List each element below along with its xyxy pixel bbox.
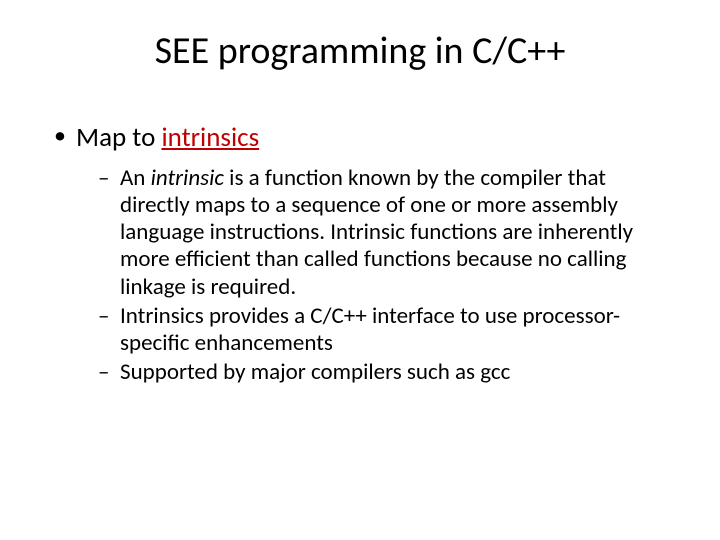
sub-item-compilers: Supported by major compilers such as gcc [76, 359, 670, 386]
sub-item-definition: An intrinsic is a function known by the … [76, 165, 670, 301]
sub-item-interface: Intrinsics provides a C/C++ interface to… [76, 303, 670, 357]
sub-text: Intrinsics provides a C/C++ interface to… [120, 302, 620, 357]
bullet-map-intrinsics: Map to intrinsics An intrinsic is a func… [50, 122, 670, 386]
slide-title: SEE programming in C/C++ [50, 28, 670, 74]
sub-text: Supported by major compilers such as gcc [120, 358, 510, 386]
bullet-text-highlight: intrinsics [161, 121, 259, 154]
sub-italic-word: intrinsic [151, 164, 224, 192]
bullet-text-prefix: Map to [76, 121, 161, 154]
sub-bullet-list: An intrinsic is a function known by the … [76, 165, 670, 386]
main-bullet-list: Map to intrinsics An intrinsic is a func… [50, 122, 670, 386]
sub-prefix: An [120, 164, 151, 192]
